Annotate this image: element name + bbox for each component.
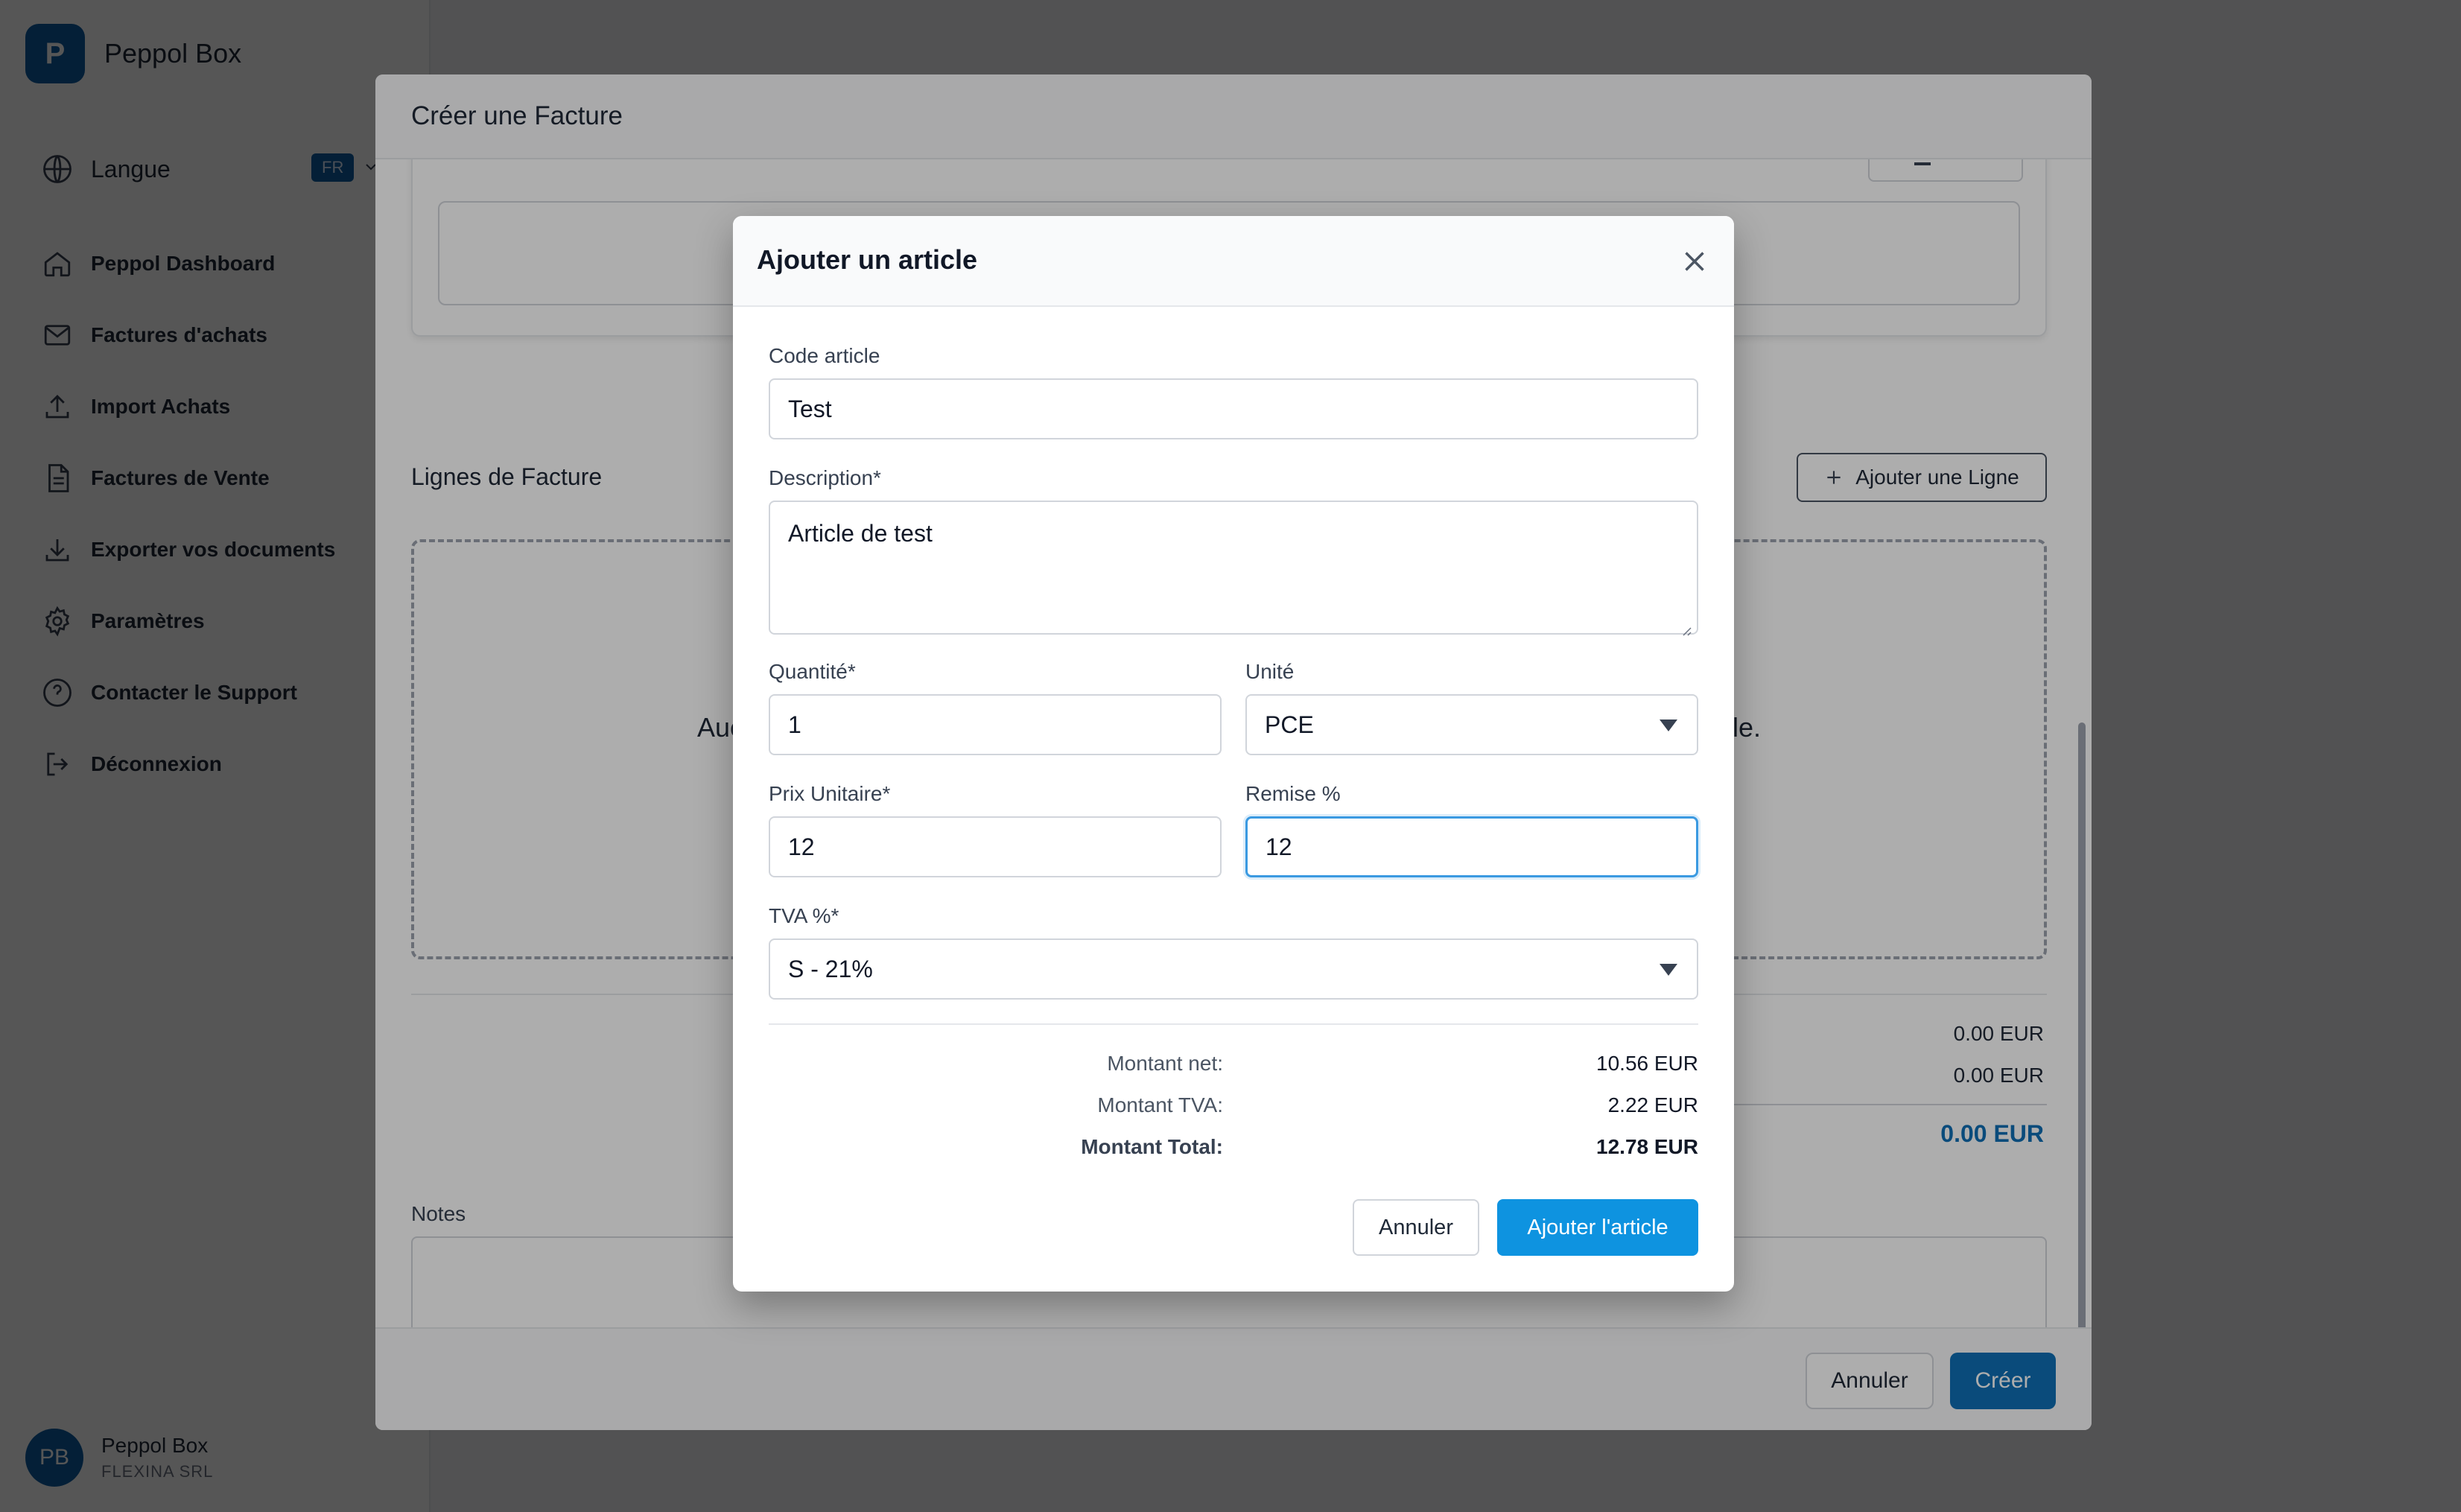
article-modal-title: Ajouter un article — [757, 244, 978, 275]
code-input[interactable]: Test — [769, 378, 1698, 439]
discount-label: Remise % — [1245, 782, 1341, 805]
article-modal-header: Ajouter un article — [733, 216, 1734, 307]
vat-value: S - 21% — [788, 955, 873, 982]
unit-price-input[interactable]: 12 — [769, 816, 1222, 877]
total-amount-label: Montant Total: — [1081, 1135, 1223, 1158]
caret-down-icon — [1660, 720, 1677, 731]
description-value: Article de test — [788, 520, 933, 547]
unit-price-value: 12 — [788, 833, 815, 860]
vat-amount-value: 2.22 EUR — [1607, 1093, 1698, 1116]
net-amount-value: 10.56 EUR — [1596, 1052, 1698, 1075]
unit-price-label: Prix Unitaire* — [769, 782, 891, 805]
resize-grip-icon[interactable] — [1679, 615, 1692, 636]
caret-down-icon — [1660, 964, 1677, 976]
add-article-modal: Ajouter un article Code article Test Des… — [733, 216, 1734, 1292]
close-icon[interactable] — [1677, 244, 1712, 279]
add-article-button[interactable]: Ajouter l'article — [1497, 1199, 1698, 1256]
cancel-article-button[interactable]: Annuler — [1353, 1199, 1479, 1256]
vat-amount-label: Montant TVA: — [1097, 1093, 1223, 1116]
description-label: Description* — [769, 466, 881, 489]
divider — [769, 1023, 1698, 1025]
vat-select[interactable]: S - 21% — [769, 938, 1698, 1000]
code-label: Code article — [769, 344, 880, 367]
code-value: Test — [788, 395, 832, 422]
net-amount-label: Montant net: — [1107, 1052, 1223, 1075]
total-amount-value: 12.78 EUR — [1596, 1135, 1698, 1158]
quantity-label: Quantité* — [769, 660, 856, 683]
quantity-input[interactable]: 1 — [769, 694, 1222, 755]
unit-label: Unité — [1245, 660, 1295, 683]
description-textarea[interactable]: Article de test — [769, 501, 1698, 636]
unit-select[interactable]: PCE — [1245, 694, 1698, 755]
vat-label: TVA %* — [769, 904, 839, 927]
discount-input[interactable]: 12 — [1245, 816, 1698, 877]
discount-value: 12 — [1266, 833, 1292, 860]
quantity-value: 1 — [788, 711, 801, 738]
unit-value: PCE — [1265, 711, 1314, 738]
